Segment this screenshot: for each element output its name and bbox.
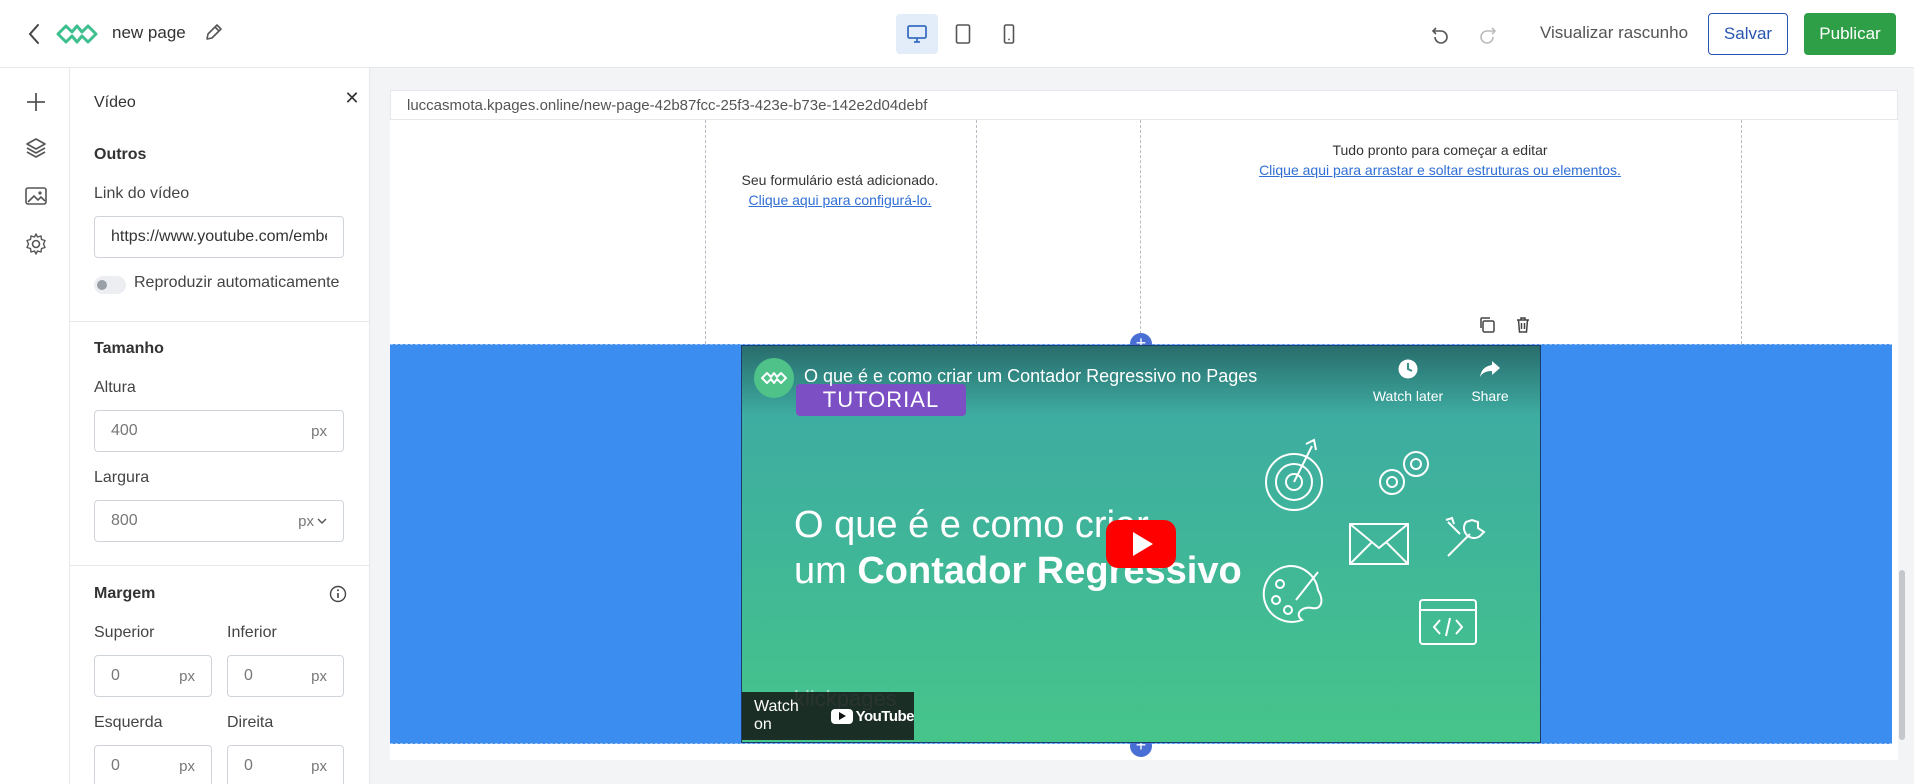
tutorial-badge: TUTORIAL [796,384,966,416]
margin-left-input[interactable] [111,757,174,775]
tablet-view-icon[interactable] [942,14,984,54]
envelope-icon [1349,523,1409,565]
layers-icon[interactable] [22,134,50,162]
section-title-outros: Outros [94,146,147,163]
panel-title: Vídeo [94,94,136,111]
play-button[interactable] [1106,520,1176,568]
configure-form-link[interactable]: Clique aqui para configurá-lo. [700,192,980,208]
form-added-message: Seu formulário está adicionado. [741,172,939,188]
watch-later-label: Watch later [1372,388,1444,404]
column-guide [1741,120,1742,344]
ready-to-edit-message: Tudo pronto para começar a editar [1332,142,1548,158]
margin-left-unit: px [179,757,195,775]
left-rail [0,68,70,784]
height-label: Altura [94,379,136,396]
desktop-view-icon[interactable] [896,14,938,54]
share-arrow-icon [1480,361,1500,377]
redo-icon[interactable] [1474,20,1502,48]
clock-icon [1398,359,1418,379]
undo-icon[interactable] [1426,20,1454,48]
margin-top-unit: px [179,667,195,685]
margin-left-field[interactable]: px [94,745,212,784]
mobile-view-icon[interactable] [988,14,1030,54]
thumbnail-headline-line1: O que é e como criar [794,504,1149,546]
column-guide [976,120,977,344]
youtube-play-icon [830,708,853,724]
page-url: luccasmota.kpages.online/new-page-42b87f… [390,90,1898,120]
canvas-scrollbar[interactable] [1899,570,1905,740]
info-icon[interactable] [328,584,348,604]
youtube-video-embed[interactable]: TUTORIAL O que é e como criar um Contado… [741,345,1541,743]
watch-later-button[interactable]: Watch later [1368,358,1448,404]
klickpages-logo-icon[interactable] [56,18,98,50]
video-settings-panel: Vídeo ✕ Outros Link do vídeo Reproduzir … [70,68,370,784]
share-label: Share [1471,388,1509,404]
margin-top-input[interactable] [111,667,174,685]
margin-right-label: Direita [227,714,274,731]
divider [70,565,369,566]
height-unit: px [311,422,327,440]
chevron-down-icon[interactable] [317,517,327,525]
autoplay-label: Reproduzir automaticamente [134,274,340,291]
add-icon[interactable] [22,88,50,116]
autoplay-toggle[interactable] [94,276,126,294]
image-gallery-icon[interactable] [22,182,50,210]
gears-icon [1379,451,1429,495]
thumbnail-headline-bold: Contador Regressivo [857,550,1242,592]
width-input[interactable] [111,512,293,530]
section-title-tamanho: Tamanho [94,340,164,357]
video-link-field[interactable] [94,216,344,258]
close-icon[interactable]: ✕ [340,86,364,110]
divider [70,321,369,322]
margin-top-field[interactable]: px [94,655,212,697]
drag-drop-link[interactable]: Clique aqui para arrastar e soltar estru… [1140,162,1740,178]
margin-bottom-input[interactable] [244,667,306,685]
margin-right-field[interactable]: px [227,745,344,784]
pencil-icon[interactable] [204,22,228,46]
section-title-margem: Margem [94,585,156,602]
video-title[interactable]: O que é e como criar um Contador Regress… [804,366,1257,387]
width-unit-select[interactable]: px [298,513,314,530]
youtube-logo: YouTube [830,707,915,725]
watch-on-youtube-button[interactable]: Watch on YouTube [742,692,915,740]
youtube-wordmark: YouTube [855,707,915,725]
device-switcher [896,14,1030,54]
margin-top-label: Superior [94,624,155,641]
margin-bottom-field[interactable]: px [227,655,344,697]
top-bar: new page Visualizar rascunho Salvar Publ… [0,0,1914,68]
gear-icon[interactable] [22,230,50,258]
height-input[interactable] [111,422,306,440]
channel-avatar-icon[interactable] [754,358,794,398]
video-link-label: Link do vídeo [94,185,190,202]
width-field[interactable]: px [94,500,344,542]
duplicate-icon[interactable] [1476,314,1498,336]
palette-icon [1262,564,1323,623]
thumbnail-headline-prefix: um [794,550,858,592]
margin-right-unit: px [311,757,327,775]
margin-bottom-unit: px [311,667,327,685]
back-arrow-icon[interactable] [22,20,46,48]
margin-bottom-label: Inferior [227,624,277,641]
trash-icon[interactable] [1512,314,1534,336]
height-field[interactable]: px [94,410,344,452]
save-button[interactable]: Salvar [1708,13,1788,55]
preview-draft-link[interactable]: Visualizar rascunho [1540,23,1688,43]
column-guide [705,120,706,344]
video-link-input[interactable] [111,228,327,246]
target-icon [1265,438,1323,511]
margin-left-label: Esquerda [94,714,163,731]
width-label: Largura [94,469,150,486]
margin-right-input[interactable] [244,757,306,775]
watch-on-label: Watch on [754,698,799,733]
publish-button[interactable]: Publicar [1804,13,1896,55]
tools-icon [1445,516,1486,557]
page-name: new page [112,23,186,42]
share-button[interactable]: Share [1460,358,1520,404]
code-window-icon [1419,599,1477,645]
